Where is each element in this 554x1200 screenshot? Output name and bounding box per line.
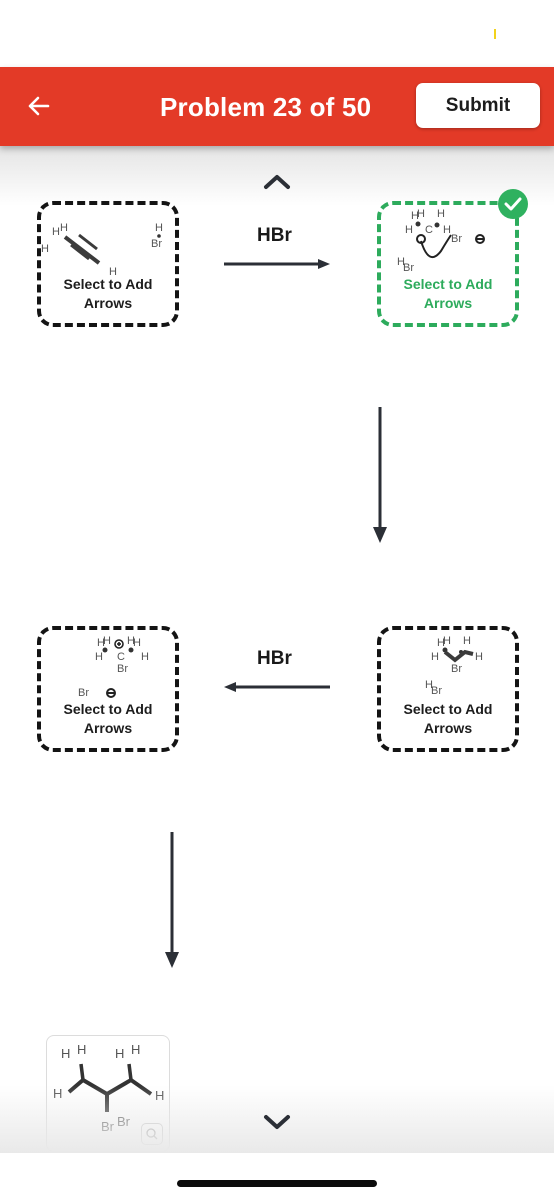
svg-text:Br: Br [101,1119,115,1134]
arrow-left-icon [28,96,50,116]
svg-text:Br: Br [117,663,128,675]
svg-text:C: C [117,651,125,663]
svg-text:Br: Br [151,238,162,250]
svg-text:H: H [115,1046,124,1061]
molecule-propyne-hbr: H HH H HBr [41,222,163,278]
svg-text:H: H [103,635,111,647]
svg-text:H: H [61,1046,70,1061]
select-arrows-label: Select to Add Arrows [63,276,153,311]
mechanism-step-card-1[interactable]: HHH H H Br Select to Add Arrows [37,201,179,327]
select-arrows-label: Select to Add Arrows [403,276,493,311]
select-arrows-label: Select to Add Arrows [403,701,493,736]
scroll-up-chevron-icon[interactable] [263,173,291,191]
reaction-arrow-right [224,259,330,269]
svg-text:H: H [463,635,471,647]
select-arrows-label: Select to Add Arrows [63,701,153,736]
zoom-structure-button[interactable] [141,1123,163,1145]
molecule-bromoalkene-hbr: HH H HH Br HBr [425,635,483,697]
svg-text:H: H [52,226,60,238]
svg-text:H: H [41,243,49,255]
svg-text:H: H [77,1042,86,1057]
svg-text:H: H [443,224,451,236]
home-indicator[interactable] [177,1180,377,1187]
svg-text:Br: Br [117,1114,131,1129]
svg-text:H: H [53,1086,62,1101]
svg-text:H: H [443,635,451,647]
svg-text:H: H [60,222,68,234]
bottom-safe-area [0,1153,554,1200]
svg-text:H: H [431,651,439,663]
svg-text:Br: Br [403,262,414,274]
svg-text:H: H [131,1042,140,1057]
reaction-arrow-down-right [373,407,387,543]
svg-text:H: H [437,208,445,220]
mechanism-step-card-4[interactable]: HHHH HCH Br Br Select to Add Arrows [37,626,179,752]
svg-text:Br: Br [451,233,462,245]
svg-text:Br: Br [451,663,462,675]
product-structure-card[interactable]: HH HH HH Br Br [46,1035,170,1152]
back-button[interactable] [22,89,56,123]
reagent-label-middle: HBr [257,648,292,669]
reaction-arrow-down-left [165,832,179,968]
molecule-bromocarbocation: HH HH HCH Br Br [78,635,149,699]
scroll-down-chevron-icon[interactable] [263,1113,291,1131]
page-title: Problem 23 of 50 [160,92,372,122]
reaction-arrow-left [224,682,330,692]
svg-text:H: H [95,651,103,663]
svg-text:H: H [475,651,483,663]
submit-button[interactable]: Submit [416,83,540,128]
svg-text:H: H [417,208,425,220]
svg-text:H: H [141,651,149,663]
magnify-icon [146,1128,158,1140]
svg-text:Br: Br [78,687,89,699]
step-complete-badge [498,189,528,219]
svg-text:H: H [405,224,413,236]
reagent-label-top: HBr [257,225,292,246]
header-bar: Problem 23 of 50 Submit [0,67,554,146]
svg-text:Br: Br [431,685,442,697]
mechanism-step-card-2[interactable]: HHH HCH Br H Br Select to Add Arrows [377,201,519,327]
svg-text:H: H [155,1088,164,1103]
svg-text:H: H [155,222,163,234]
molecule-carbocation-step: HH H HCH Br HBr [397,208,485,274]
checkmark-icon [504,197,522,211]
svg-text:C: C [425,224,433,236]
svg-text:H: H [133,637,141,649]
status-bar-indicator [494,29,496,39]
mechanism-step-card-3[interactable]: HHH HH Br H Br Select to Add Arrows [377,626,519,752]
